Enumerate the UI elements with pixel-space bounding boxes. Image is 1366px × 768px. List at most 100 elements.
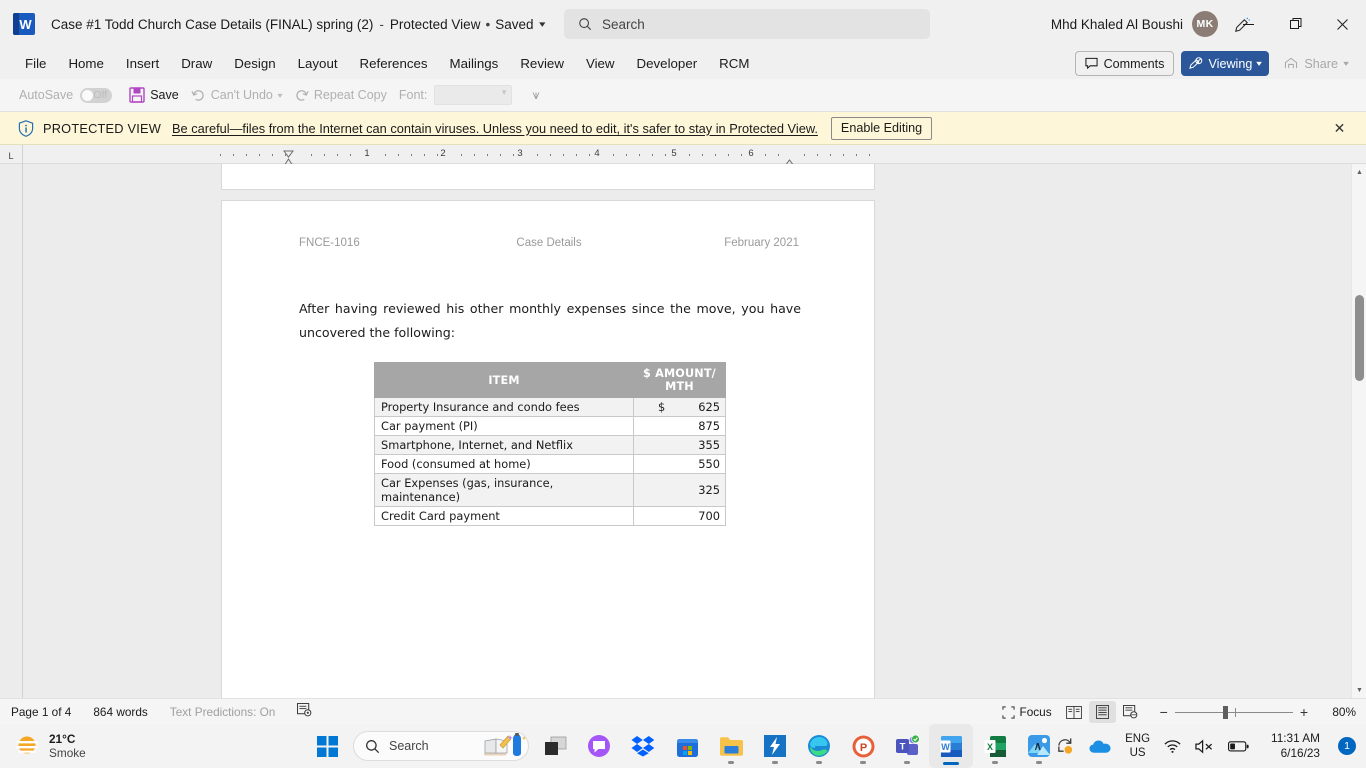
scrollbar-thumb[interactable] <box>1355 295 1364 381</box>
first-line-indent-marker[interactable] <box>283 145 294 158</box>
zoom-level[interactable]: 80% <box>1326 705 1356 719</box>
search-box[interactable]: Search <box>564 9 930 39</box>
document-title[interactable]: Case #1 Todd Church Case Details (FINAL)… <box>51 17 373 32</box>
accessibility-icon[interactable] <box>297 702 312 720</box>
tab-references[interactable]: References <box>349 52 439 75</box>
file-explorer-icon[interactable] <box>709 724 753 768</box>
word-icon[interactable]: W <box>929 724 973 768</box>
repeat-icon <box>296 89 309 101</box>
chevron-down-icon[interactable]: ▾ <box>540 19 546 30</box>
onedrive-sync-icon[interactable] <box>1049 724 1082 768</box>
web-layout-button[interactable] <box>1116 701 1145 723</box>
enable-editing-button[interactable]: Enable Editing <box>830 116 933 140</box>
zoom-thumb[interactable] <box>1222 705 1228 719</box>
word-count[interactable]: 864 words <box>93 705 147 719</box>
autosave-control[interactable]: AutoSave Off <box>13 83 123 108</box>
share-button[interactable]: Share ▾ <box>1276 51 1356 76</box>
onedrive-icon[interactable] <box>1082 724 1118 768</box>
quick-access-more-button[interactable]: ⩛ <box>532 87 539 103</box>
teams-icon[interactable]: T <box>885 724 929 768</box>
close-icon[interactable]: ✕ <box>1331 120 1348 137</box>
ruler-number-2: 2 <box>440 148 446 159</box>
zoom-slider[interactable]: − + <box>1153 704 1315 720</box>
tab-review[interactable]: Review <box>509 52 575 75</box>
wifi-icon <box>1164 739 1181 753</box>
close-icon <box>1337 18 1348 30</box>
avatar[interactable]: MK <box>1192 11 1218 37</box>
tab-rcm[interactable] <box>760 60 782 68</box>
start-button[interactable] <box>305 724 349 768</box>
save-button[interactable]: Save <box>123 83 185 108</box>
comments-button[interactable]: Comments <box>1074 51 1175 76</box>
chevron-down-icon[interactable]: ▾ <box>277 91 282 100</box>
word-application-window: W Case #1 Todd Church Case Details (FINA… <box>0 0 1366 768</box>
undo-label: Can't Undo <box>210 88 273 102</box>
scroll-down-icon[interactable]: ▼ <box>1352 682 1366 698</box>
print-layout-button[interactable] <box>1088 701 1116 723</box>
scroll-up-icon[interactable]: ▲ <box>1352 164 1366 180</box>
right-indent-marker[interactable] <box>784 154 795 167</box>
undo-icon <box>191 89 204 101</box>
autosave-toggle[interactable]: Off <box>80 87 113 103</box>
skype-icon[interactable] <box>577 724 621 768</box>
edge-icon[interactable] <box>797 724 841 768</box>
document-canvas[interactable]: FNCE-1016 Case Details February 2021 Aft… <box>0 164 1366 698</box>
battery-button[interactable] <box>1221 724 1256 768</box>
tab-view[interactable]: View <box>575 52 626 75</box>
tab-stop-selector[interactable]: L <box>0 145 23 164</box>
notification-button[interactable]: 1 <box>1335 724 1356 768</box>
header-title: Case Details <box>516 237 582 249</box>
table-row: Smartphone, Internet, and Netflix 355 <box>374 435 726 455</box>
read-mode-button[interactable] <box>1059 701 1089 723</box>
tab-insert[interactable]: Insert <box>115 52 170 75</box>
document-page[interactable]: FNCE-1016 Case Details February 2021 Aft… <box>221 200 875 698</box>
ruler-number-4: 4 <box>594 148 600 159</box>
restore-button[interactable] <box>1272 0 1319 48</box>
microsoft-store-icon[interactable] <box>665 724 709 768</box>
tab-design[interactable]: Design <box>223 52 286 75</box>
tab-draw[interactable]: Draw <box>170 52 223 75</box>
taskbar-search[interactable]: Search <box>353 731 529 761</box>
expenses-table: ITEM $ AMOUNT/ MTH Property Insurance an… <box>374 362 726 526</box>
tab-file[interactable]: File <box>14 52 57 75</box>
tab-layout[interactable]: Layout <box>287 52 349 75</box>
task-view-icon[interactable] <box>533 724 577 768</box>
tab-developer[interactable]: Developer <box>626 52 709 75</box>
comments-label: Comments <box>1103 56 1165 71</box>
previous-page-bottom <box>221 164 875 190</box>
saved-status-label[interactable]: Saved <box>495 17 533 32</box>
user-account[interactable]: Mhd Khaled Al Boushi MK <box>1051 0 1218 48</box>
network-button[interactable] <box>1157 724 1188 768</box>
zoom-in-button[interactable]: + <box>1293 704 1315 720</box>
undo-button[interactable]: Can't Undo ▾ <box>185 83 288 108</box>
shortcut-app-icon[interactable] <box>753 724 797 768</box>
tab-home[interactable]: Home <box>57 52 114 75</box>
powerpoint-icon[interactable]: P <box>841 724 885 768</box>
minimize-button[interactable] <box>1225 0 1272 48</box>
tab-mailings[interactable]: Mailings <box>439 52 510 75</box>
zoom-track[interactable] <box>1174 705 1293 719</box>
vertical-scrollbar[interactable]: ▲ ▼ <box>1351 164 1366 698</box>
excel-icon[interactable]: X <box>973 724 1017 768</box>
focus-mode-button[interactable]: Focus <box>995 701 1059 723</box>
autosave-label: AutoSave <box>19 88 74 102</box>
font-dropdown[interactable] <box>434 85 513 105</box>
weather-widget[interactable]: 21°C Smoke <box>14 724 86 768</box>
font-control[interactable]: Font: <box>393 83 519 108</box>
viewing-mode-button[interactable]: Viewing ▾ <box>1181 51 1270 76</box>
dropbox-icon[interactable] <box>621 724 665 768</box>
repeat-button[interactable]: Repeat Copy <box>288 83 393 108</box>
zoom-out-button[interactable]: − <box>1153 704 1175 720</box>
language-indicator[interactable]: ENG US <box>1118 724 1157 768</box>
text-predictions-status[interactable]: Text Predictions: On <box>170 705 276 719</box>
volume-button[interactable] <box>1188 724 1221 768</box>
show-hidden-icons-button[interactable]: ∧ <box>1026 724 1049 768</box>
clock-button[interactable]: 11:31 AM 6/16/23 <box>1256 724 1335 768</box>
close-button[interactable] <box>1319 0 1366 48</box>
user-name: Mhd Khaled Al Boushi <box>1050 16 1183 32</box>
sync-update-icon <box>1058 738 1073 754</box>
left-indent-marker[interactable] <box>283 154 294 167</box>
tab-help[interactable]: RCM <box>708 52 760 75</box>
horizontal-ruler[interactable]: L 1 2 3 4 5 6 <box>0 145 1366 167</box>
page-indicator[interactable]: Page 1 of 4 <box>11 705 71 719</box>
